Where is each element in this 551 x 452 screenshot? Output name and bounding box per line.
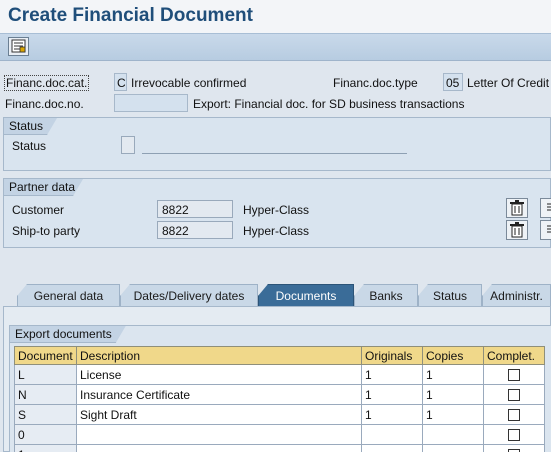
tab-banks[interactable]: Banks: [354, 284, 418, 306]
document-copies[interactable]: 1: [422, 384, 484, 405]
doc-type-field[interactable]: 05: [443, 73, 463, 91]
table-row: S Sight Draft 1 1: [14, 404, 545, 425]
customer-field[interactable]: 8822: [157, 200, 233, 218]
table-row: 1: [14, 444, 545, 452]
partner-data-group: Partner data Customer 8822 Hyper-Class S…: [3, 178, 551, 248]
status-label: Status: [12, 139, 47, 153]
complete-checkbox[interactable]: [508, 409, 520, 422]
document-originals[interactable]: 1: [361, 384, 423, 405]
document-description[interactable]: [76, 424, 362, 445]
delete-ship-to-icon[interactable]: [506, 220, 528, 240]
status-group-title: Status: [4, 118, 57, 135]
doc-cat-field[interactable]: C: [114, 73, 127, 91]
document-description[interactable]: [76, 444, 362, 452]
table-row: 0: [14, 424, 545, 445]
col-copies[interactable]: Copies: [422, 346, 484, 365]
document-code[interactable]: N: [14, 384, 77, 405]
customer-label: Customer: [12, 203, 65, 217]
document-description[interactable]: Sight Draft: [76, 404, 362, 425]
doc-no-text: Export: Financial doc. for SD business t…: [193, 97, 465, 111]
delete-customer-icon[interactable]: [506, 198, 528, 218]
document-code[interactable]: 0: [14, 424, 77, 445]
document-code[interactable]: 1: [14, 444, 77, 452]
doc-cat-label: Financ.doc.cat.: [4, 75, 90, 91]
table-row: N Insurance Certificate 1 1: [14, 384, 545, 405]
doc-no-label: Financ.doc.no.: [5, 97, 84, 111]
document-copies[interactable]: [422, 424, 484, 445]
document-copies[interactable]: [422, 444, 484, 452]
complete-checkbox[interactable]: [508, 369, 520, 382]
tab-strip: General data Dates/Delivery dates Docume…: [0, 284, 551, 306]
col-document[interactable]: Document: [14, 346, 77, 365]
document-originals[interactable]: [361, 444, 423, 452]
complete-checkbox[interactable]: [508, 389, 520, 402]
title-bar: Create Financial Document: [0, 0, 551, 33]
detail-ship-to-icon[interactable]: [540, 220, 551, 240]
document-code[interactable]: S: [14, 404, 77, 425]
col-description[interactable]: Description: [76, 346, 362, 365]
complete-checkbox[interactable]: [508, 429, 520, 442]
export-documents-title: Export documents: [10, 326, 126, 343]
table-row: L License 1 1: [14, 364, 545, 385]
col-complete[interactable]: Complet.: [483, 346, 545, 365]
partner-group-title: Partner data: [4, 179, 83, 196]
status-group: Status Status: [3, 117, 551, 171]
document-copies[interactable]: 1: [422, 404, 484, 425]
document-description[interactable]: Insurance Certificate: [76, 384, 362, 405]
detail-customer-icon[interactable]: [540, 198, 551, 218]
ship-to-field[interactable]: 8822: [157, 221, 233, 239]
tab-dates-delivery[interactable]: Dates/Delivery dates: [120, 284, 258, 306]
document-originals[interactable]: [361, 424, 423, 445]
overview-icon[interactable]: [8, 37, 29, 56]
ship-to-label: Ship-to party: [12, 224, 81, 238]
document-description[interactable]: License: [76, 364, 362, 385]
document-code[interactable]: L: [14, 364, 77, 385]
doc-cat-text: Irrevocable confirmed: [131, 76, 247, 90]
status-text-line: [142, 153, 407, 154]
document-originals[interactable]: 1: [361, 404, 423, 425]
tab-general-data[interactable]: General data: [17, 284, 120, 306]
customer-name: Hyper-Class: [243, 203, 310, 217]
tab-documents[interactable]: Documents: [258, 284, 354, 306]
doc-type-label: Financ.doc.type: [333, 76, 418, 90]
page-title: Create Financial Document: [8, 5, 253, 26]
doc-no-field[interactable]: [114, 94, 188, 112]
tab-status[interactable]: Status: [418, 284, 482, 306]
document-originals[interactable]: 1: [361, 364, 423, 385]
col-originals[interactable]: Originals: [361, 346, 423, 365]
tab-administration[interactable]: Administr.: [482, 284, 551, 306]
application-toolbar: [0, 33, 551, 61]
export-documents-table: Document Description Originals Copies Co…: [14, 346, 545, 452]
ship-to-name: Hyper-Class: [243, 224, 310, 238]
document-copies[interactable]: 1: [422, 364, 484, 385]
doc-type-text: Letter Of Credit: [467, 76, 550, 90]
table-header-row: Document Description Originals Copies Co…: [14, 346, 545, 365]
status-field[interactable]: [121, 136, 135, 154]
